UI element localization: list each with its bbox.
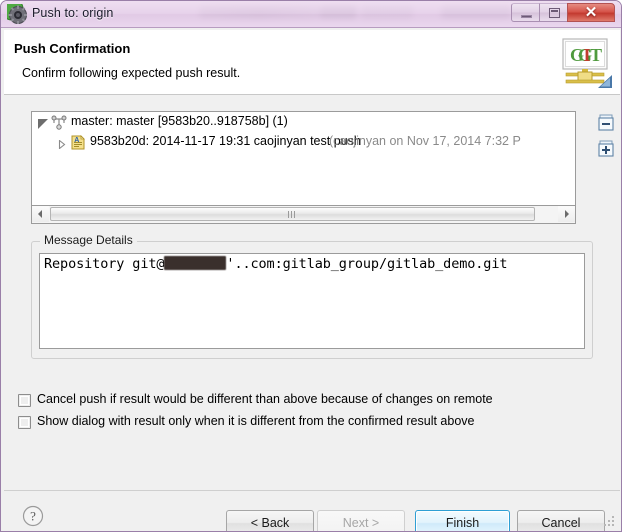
message-details-content: Repository git@ '..com:gitlab_group/gitla…: [44, 256, 508, 272]
tree-expander-closed-icon[interactable]: [58, 138, 66, 150]
tree-row-label: 9583b20d: 2014-11-17 19:31 caojinyan tes…: [90, 134, 361, 148]
repository-text-suffix: '..com:gitlab_group/gitlab_demo.git: [226, 256, 508, 272]
back-button[interactable]: < Back: [226, 510, 314, 531]
redacted-host-block: [164, 256, 227, 270]
branch-icon: [51, 115, 67, 130]
svg-text:G: G: [570, 45, 584, 65]
dialog-body: Push Confirmation Confirm following expe…: [4, 28, 620, 531]
finish-button[interactable]: Finish: [415, 510, 510, 531]
close-icon: ✕: [584, 4, 598, 21]
option-label: Cancel push if result would be different…: [37, 392, 493, 406]
push-result-tree[interactable]: master: master [9583b20..918758b] (1) A …: [31, 111, 576, 206]
maximize-button[interactable]: [539, 3, 568, 22]
message-details-legend: Message Details: [40, 233, 137, 247]
expand-all-icon[interactable]: [596, 139, 616, 159]
repository-text-prefix: Repository git@: [44, 256, 165, 272]
scroll-right-arrow-icon[interactable]: [558, 206, 575, 222]
push-confirmation-window: Push to: origin ✕ Push Confirmation Conf…: [0, 0, 622, 532]
git-banner-icon: G GIT G I T: [556, 34, 614, 92]
checkbox-show-dialog-only-if-different[interactable]: [18, 416, 31, 429]
collapse-all-icon[interactable]: [596, 113, 616, 133]
scrollbar-grip-icon: [287, 211, 298, 218]
next-button: Next >: [317, 510, 405, 531]
tree-expander-open-icon[interactable]: [38, 119, 48, 129]
scroll-left-arrow-icon[interactable]: [32, 206, 49, 222]
help-button[interactable]: ?: [22, 505, 44, 527]
minimize-icon: [521, 15, 532, 18]
tree-row-label: master: master [9583b20..918758b] (1): [71, 114, 288, 128]
close-button[interactable]: ✕: [567, 3, 615, 22]
footer-separator: [4, 490, 620, 491]
tree-row[interactable]: master: master [9583b20..918758b] (1): [32, 112, 575, 132]
message-details-text-area[interactable]: Repository git@ '..com:gitlab_group/gitla…: [39, 253, 585, 349]
title-bar[interactable]: Push to: origin ✕: [1, 1, 621, 28]
window-title: Push to: origin: [32, 6, 114, 20]
svg-text:T: T: [590, 45, 602, 65]
wizard-header: Push Confirmation Confirm following expe…: [4, 30, 620, 95]
page-subtitle: Confirm following expected push result.: [22, 66, 241, 80]
commit-note-icon: A: [70, 135, 86, 150]
checkbox-cancel-push-if-different[interactable]: [18, 394, 31, 407]
cancel-button[interactable]: Cancel: [517, 510, 605, 531]
svg-text:?: ?: [30, 509, 36, 524]
page-title: Push Confirmation: [14, 41, 131, 56]
resize-grip-icon[interactable]: [602, 514, 616, 528]
tree-horizontal-scrollbar[interactable]: [31, 206, 576, 224]
gear-icon: [1, 1, 28, 25]
tree-row[interactable]: A 9583b20d: 2014-11-17 19:31 caojinyan t…: [32, 132, 575, 152]
tree-row-suffix: (caojinyan on Nov 17, 2014 7:32 P: [329, 134, 521, 148]
option-label: Show dialog with result only when it is …: [37, 414, 475, 428]
minimize-button[interactable]: [511, 3, 540, 22]
svg-text:A: A: [74, 137, 79, 144]
message-details-group: Message Details Repository git@ '..com:gi…: [31, 233, 593, 359]
maximize-icon: [549, 8, 560, 18]
scrollbar-thumb[interactable]: [50, 207, 535, 221]
